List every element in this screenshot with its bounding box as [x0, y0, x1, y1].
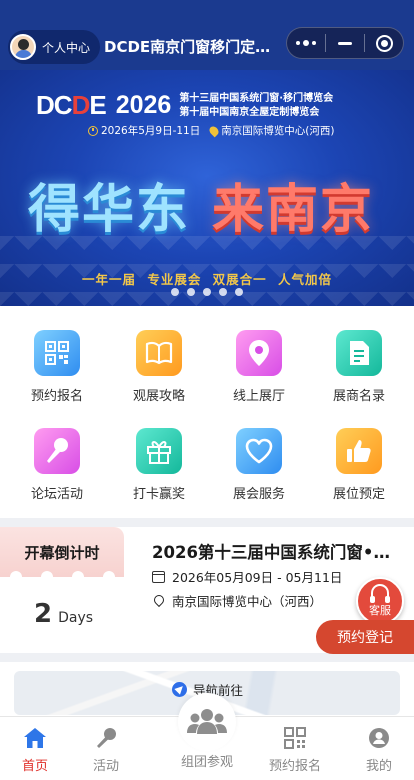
minimize-button[interactable] — [326, 28, 364, 58]
carousel-dot[interactable] — [219, 288, 227, 296]
menu-item-forum[interactable]: 论坛活动 — [7, 428, 107, 502]
tab-register[interactable]: 预约报名 — [254, 717, 336, 780]
carousel-indicator — [0, 288, 414, 296]
menu-item-checkin[interactable]: 打卡赢奖 — [109, 428, 209, 502]
location-pin-icon — [236, 330, 282, 376]
slogan-right: 来南京 — [212, 180, 375, 240]
menu-item-exhibitors[interactable]: 展商名录 — [309, 330, 409, 404]
banner-tagline: 一年一届 专业展会 双展合一 人气加倍 — [81, 272, 333, 287]
miniprogram-capsule — [286, 27, 404, 59]
tab-label: 首页 — [21, 759, 48, 774]
banner-date: 2026年5月9日-11日 — [101, 125, 201, 137]
banner-line-2: 第十届中国南京全屋定制博览会 — [179, 106, 320, 118]
avatar — [10, 34, 36, 60]
menu-label: 打卡赢奖 — [132, 487, 185, 502]
headset-icon — [370, 584, 390, 603]
qr-code-icon — [34, 330, 80, 376]
tab-label: 预约报名 — [268, 759, 321, 774]
banner-slogan: 得华东 来南京 — [28, 167, 374, 242]
banner-line-1: 第十三届中国系统门窗·移门博览会 — [179, 92, 334, 104]
minimize-icon — [338, 41, 352, 45]
menu-label: 线上展厅 — [232, 389, 285, 404]
register-button[interactable]: 预约登记 — [316, 620, 414, 654]
menu-label: 论坛活动 — [30, 487, 83, 502]
group-visit-bubble — [178, 693, 236, 751]
expo-title: 2026第十三届中国系统门窗•… — [152, 543, 390, 562]
expo-venue: 南京国际博览中心（河西） — [172, 594, 323, 609]
carousel-dot[interactable] — [171, 288, 179, 296]
banner-year: 2026 — [115, 91, 172, 119]
banner-info: 2026年5月9日-11日 南京国际博览中心(河西) — [88, 123, 334, 138]
menu-item-guide[interactable]: 观展攻略 — [109, 330, 209, 404]
menu-item-register[interactable]: 预约报名 — [7, 330, 107, 404]
menu-item-services[interactable]: 展会服务 — [209, 428, 309, 502]
book-icon — [136, 330, 182, 376]
microphone-icon — [34, 428, 80, 474]
menu-label: 展位预定 — [332, 487, 385, 502]
countdown-value-group: 2 Days — [34, 599, 93, 629]
calendar-icon — [152, 570, 165, 583]
feature-menu: 预约报名 观展攻略 线上展厅 展商名录 论坛活动 打卡赢奖 展会服务 展位预定 — [0, 306, 414, 518]
expo-date-row: 2026年05月09日 - 05月11日 — [152, 567, 342, 586]
banner-venue: 南京国际博览中心(河西) — [221, 125, 335, 137]
expo-venue-row: 南京国际博览中心（河西） — [152, 591, 322, 610]
more-menu-button[interactable] — [287, 28, 325, 58]
carousel-dot[interactable] — [235, 288, 243, 296]
carousel-dot[interactable] — [187, 288, 195, 296]
expo-date-range: 2026年05月09日 - 05月11日 — [172, 570, 343, 585]
tab-label: 活动 — [92, 759, 119, 774]
menu-label: 预约报名 — [30, 389, 83, 404]
menu-label: 展商名录 — [332, 389, 385, 404]
countdown-decoration — [0, 571, 124, 583]
countdown-unit: Days — [58, 610, 94, 626]
qr-code-icon — [284, 727, 306, 749]
menu-item-booth-booking[interactable]: 展位预定 — [309, 428, 409, 502]
more-dots-icon — [296, 40, 316, 46]
user-center-label: 个人中心 — [42, 40, 91, 55]
microphone-icon — [97, 728, 116, 748]
dcde-logo: DCDE — [36, 90, 107, 120]
customer-service-button[interactable]: 客服 — [356, 577, 404, 625]
menu-label: 展会服务 — [232, 487, 285, 502]
banner-brand: DCDE 2026 第十三届中国系统门窗·移门博览会 第十届中国南京全屋定制博览… — [36, 90, 333, 121]
heart-icon — [236, 428, 282, 474]
menu-item-online-hall[interactable]: 线上展厅 — [209, 330, 309, 404]
slogan-left: 得华东 — [28, 180, 191, 240]
gift-icon — [136, 428, 182, 474]
tab-label: 组团参观 — [180, 755, 233, 770]
group-icon — [187, 709, 227, 734]
header-bar: 个人中心 DCDE南京门窗移门定… — [0, 0, 414, 70]
tab-activities[interactable]: 活动 — [65, 717, 147, 780]
close-button[interactable] — [365, 28, 403, 58]
document-icon — [336, 330, 382, 376]
user-center-button[interactable]: 个人中心 — [8, 30, 100, 64]
banner-carousel[interactable]: DCDE 2026 第十三届中国系统门窗·移门博览会 第十届中国南京全屋定制博览… — [0, 70, 414, 306]
carousel-dot[interactable] — [203, 288, 211, 296]
thumbs-up-icon — [336, 428, 382, 474]
opening-countdown: 开幕倒计时 2 Days — [0, 527, 124, 653]
customer-service-label: 客服 — [369, 604, 391, 617]
tab-profile[interactable]: 我的 — [338, 717, 414, 780]
bottom-tab-bar: 首页 活动 组团参观 预约报名 我的 — [0, 693, 414, 780]
tab-label: 我的 — [365, 759, 392, 774]
countdown-title: 开幕倒计时 — [0, 527, 124, 577]
menu-label: 观展攻略 — [132, 389, 185, 404]
clock-icon — [88, 125, 98, 136]
location-pin-icon — [154, 595, 164, 607]
location-pin-icon — [207, 124, 221, 137]
countdown-days-value: 2 — [34, 599, 53, 629]
home-icon — [24, 728, 46, 748]
page-title: DCDE南京门窗移门定… — [104, 38, 271, 56]
banner-expo-names: 第十三届中国系统门窗·移门博览会 第十届中国南京全屋定制博览会 — [179, 92, 333, 120]
target-close-icon — [375, 34, 393, 52]
user-icon — [369, 728, 389, 748]
tab-group-visit[interactable]: 组团参观 — [157, 693, 257, 770]
